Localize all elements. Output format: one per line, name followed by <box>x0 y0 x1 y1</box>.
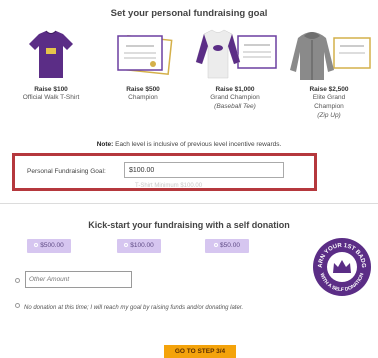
radio-dot-icon <box>214 243 219 248</box>
level-raise: Raise $100 <box>34 86 68 93</box>
donate-100-button[interactable]: $100.00 <box>117 239 161 253</box>
certificate-image <box>108 26 178 84</box>
other-amount-input[interactable] <box>25 271 132 288</box>
fundraising-goal-box: Personal Fundraising Goal: T-Shirt Minim… <box>12 153 317 191</box>
amount-label: $500.00 <box>40 242 64 249</box>
note-text: Each level is inclusive of previous leve… <box>113 141 282 148</box>
level-raise: Raise $2,500 <box>309 86 349 93</box>
no-donation-label: No donation at this time; I will reach m… <box>24 305 244 311</box>
level-champion: Raise $500 Champion <box>98 26 188 102</box>
goal-section-title: Set your personal fundraising goal <box>110 8 268 19</box>
fundraising-goal-input[interactable] <box>124 162 284 178</box>
amount-label: $100.00 <box>130 242 154 249</box>
other-amount-radio[interactable] <box>15 278 20 283</box>
goal-minimum-text: T-Shirt Minimum $100.00 <box>135 183 203 189</box>
level-elite-grand-champion: Raise $2,500 Elite Grand Champion (Zip U… <box>284 26 374 120</box>
incentive-note: Note: Each level is inclusive of previou… <box>0 141 378 148</box>
level-tshirt: Raise $100 Official Walk T-Shirt <box>6 26 96 102</box>
level-name: Grand Champion <box>210 94 260 101</box>
level-sub: (Zip Up) <box>317 112 341 119</box>
zip-up-image <box>284 26 374 84</box>
level-raise: Raise $1,000 <box>215 86 255 93</box>
amount-label: $50.00 <box>220 242 240 249</box>
level-raise: Raise $500 <box>126 86 160 93</box>
level-sub: (Baseball Tee) <box>214 103 256 110</box>
section-divider <box>0 203 378 204</box>
tshirt-image <box>21 26 81 84</box>
go-to-step-3-button[interactable]: GO TO STEP 3/4 <box>164 345 236 358</box>
level-grand-champion: Raise $1,000 Grand Champion (Baseball Te… <box>190 26 280 111</box>
donation-section-title: Kick-start your fundraising with a self … <box>88 220 290 230</box>
level-name: Champion <box>128 94 158 101</box>
goal-label: Personal Fundraising Goal: <box>27 168 106 175</box>
no-donation-radio[interactable] <box>15 303 20 308</box>
level-name: Elite Grand Champion <box>312 94 346 110</box>
level-name: Official Walk T-Shirt <box>22 94 80 101</box>
radio-dot-icon <box>124 243 129 248</box>
radio-dot-icon <box>34 243 39 248</box>
self-donation-badge: EARN YOUR 1ST BADGE WITH A SELF DONATION <box>310 233 372 297</box>
donate-500-button[interactable]: $500.00 <box>27 239 71 253</box>
incentive-levels: Raise $100 Official Walk T-Shirt Raise $… <box>6 26 374 138</box>
baseball-tee-image <box>190 26 282 84</box>
note-bold: Note: <box>96 141 114 148</box>
donate-50-button[interactable]: $50.00 <box>205 239 249 253</box>
